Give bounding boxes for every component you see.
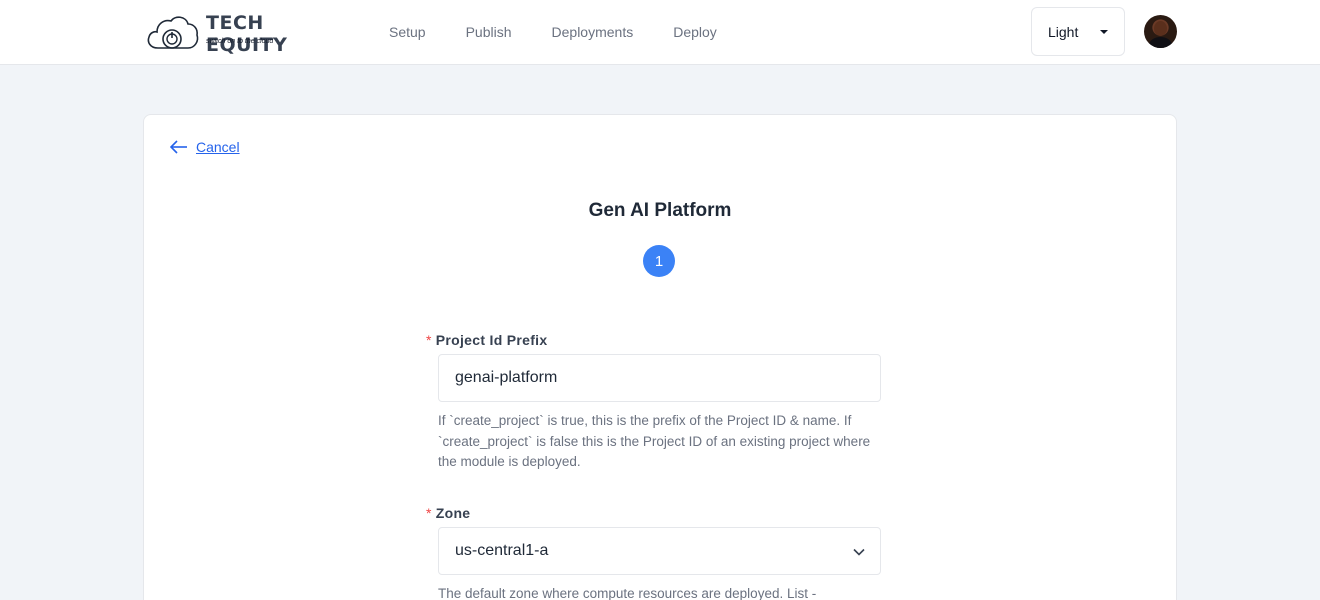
zone-select-value: us-central1-a: [455, 542, 549, 559]
zone-help: The default zone where compute resources…: [438, 586, 817, 600]
brand-tagline: switch on to the cloud: [206, 38, 274, 45]
theme-select-value: Light: [1048, 23, 1079, 40]
required-mark: *: [426, 505, 432, 521]
required-mark: *: [426, 332, 432, 348]
theme-select[interactable]: Light: [1031, 7, 1125, 56]
project-id-prefix-input[interactable]: [438, 354, 881, 402]
brand-logo[interactable]: TECH EQUITY switch on to the cloud: [146, 10, 346, 56]
project-id-prefix-help: If `create_project` is true, this is the…: [438, 413, 871, 469]
avatar-face: [1154, 21, 1167, 36]
nav-item-publish[interactable]: Publish: [466, 24, 512, 40]
top-navigation-bar: TECH EQUITY switch on to the cloud Setup…: [0, 0, 1320, 65]
nav-item-deploy[interactable]: Deploy: [673, 24, 717, 40]
brand-name: TECH EQUITY: [206, 12, 288, 56]
page-title: Gen AI Platform: [588, 200, 732, 221]
nav-item-setup[interactable]: Setup: [389, 24, 426, 40]
cloud-power-icon: [147, 16, 199, 49]
project-id-prefix-label-text: Project Id Prefix: [435, 332, 548, 348]
chevron-down-icon: [853, 548, 865, 556]
avatar-body: [1149, 37, 1172, 48]
zone-select[interactable]: us-central1-a: [438, 527, 881, 575]
step-indicator: 1: [643, 245, 675, 277]
cancel-label: Cancel: [196, 139, 240, 155]
caret-down-icon: [1100, 30, 1108, 34]
nav-item-deployments[interactable]: Deployments: [552, 24, 634, 40]
cancel-link[interactable]: Cancel: [170, 139, 240, 155]
arrow-left-icon: [170, 140, 187, 154]
zone-label-text: Zone: [435, 505, 471, 521]
user-avatar[interactable]: [1144, 15, 1177, 48]
main-nav: Setup Publish Deployments Deploy: [389, 24, 717, 40]
project-id-prefix-label: * Project Id Prefix: [426, 332, 547, 348]
zone-label: * Zone: [426, 505, 470, 521]
